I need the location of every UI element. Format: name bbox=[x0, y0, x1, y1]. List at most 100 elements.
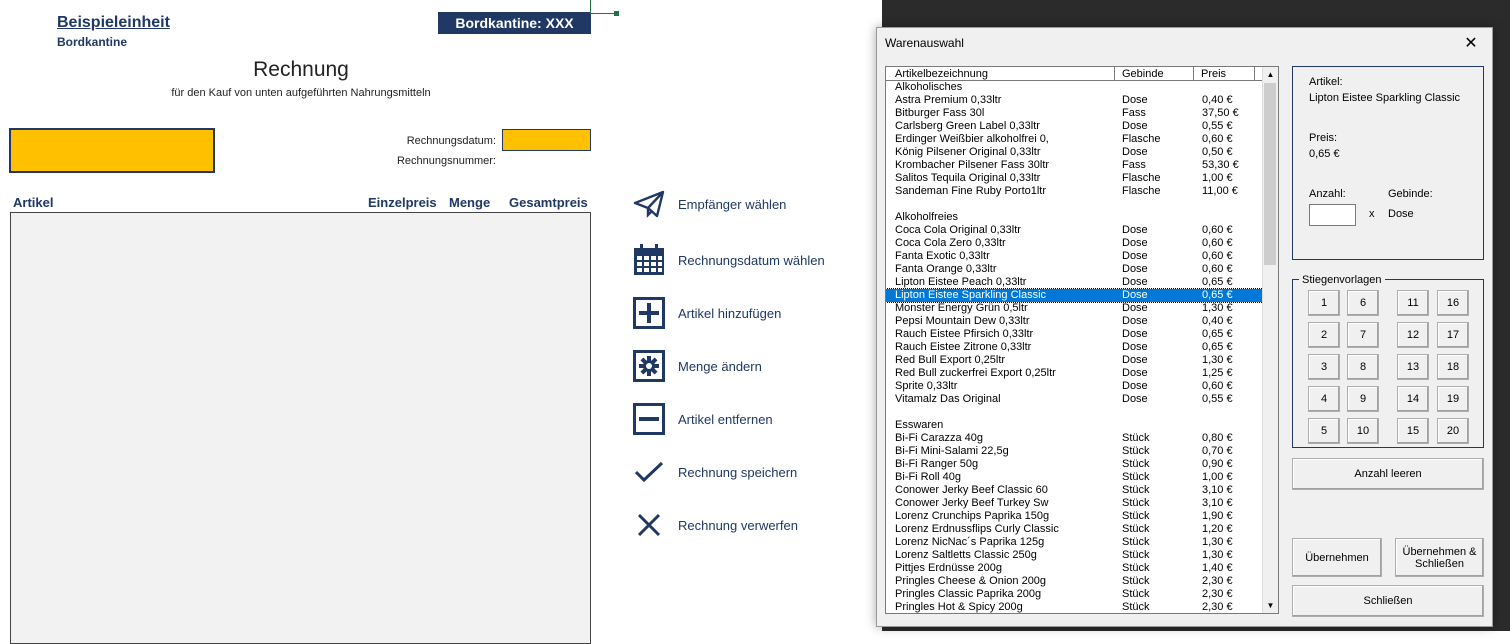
list-item[interactable]: Pringles Classic Paprika 200g Stück 2,30 € bbox=[886, 588, 1263, 601]
stiegen-button[interactable]: 11 bbox=[1397, 290, 1429, 316]
close-button[interactable]: Schließen bbox=[1292, 585, 1484, 617]
col-header-menge: Menge bbox=[449, 195, 491, 210]
scroll-up-icon[interactable]: ▲ bbox=[1263, 67, 1278, 82]
item-name: Esswaren bbox=[895, 419, 944, 431]
selected-cell[interactable] bbox=[590, 0, 619, 16]
list-item[interactable]: Monster Energy Grün 0,5ltr Dose 1,30 € bbox=[886, 302, 1263, 315]
list-item[interactable]: Astra Premium 0,33ltr Dose 0,40 € bbox=[886, 94, 1263, 107]
action-choose-date[interactable]: Rechnungsdatum wählen bbox=[632, 243, 825, 277]
anzahl-input[interactable] bbox=[1309, 204, 1356, 226]
list-scrollbar[interactable]: ▲ ▼ bbox=[1262, 67, 1278, 613]
stiegen-button[interactable]: 1 bbox=[1308, 290, 1340, 316]
stiegen-button[interactable]: 20 bbox=[1437, 418, 1469, 444]
list-item[interactable]: Rauch Eistee Zitrone 0,33ltr Dose 0,65 € bbox=[886, 341, 1263, 354]
stiegen-button[interactable]: 13 bbox=[1397, 354, 1429, 380]
item-preis: 1,20 € bbox=[1202, 523, 1233, 535]
invoice-date-field[interactable] bbox=[502, 129, 591, 151]
list-item[interactable]: Rauch Eistee Pfirsich 0,33ltr Dose 0,65 € bbox=[886, 328, 1263, 341]
list-item[interactable]: Fanta Orange 0,33ltr Dose 0,60 € bbox=[886, 263, 1263, 276]
list-item[interactable]: Lipton Eistee Sparkling Classic Dose 0,65 … bbox=[886, 288, 1264, 303]
list-item[interactable]: Lorenz NicNac´s Paprika 125g Stück 1,30 € bbox=[886, 536, 1263, 549]
unit-name: Beispieleinheit bbox=[57, 14, 170, 31]
stiegen-button[interactable]: 6 bbox=[1347, 290, 1379, 316]
article-listbox[interactable]: Artikelbezeichnung Gebinde Preis Alkohol… bbox=[885, 66, 1279, 614]
list-item[interactable]: Conower Jerky Beef Turkey Sw Stück 3,10 € bbox=[886, 497, 1263, 510]
list-item[interactable]: Bi-Fi Mini-Salami 22,5g Stück 0,70 € bbox=[886, 445, 1263, 458]
list-item[interactable]: Bitburger Fass 30l Fass 37,50 € bbox=[886, 107, 1263, 120]
list-item[interactable]: Lorenz Saltletts Classic 250g Stück 1,30 € bbox=[886, 549, 1263, 562]
action-save-invoice[interactable]: Rechnung speichern bbox=[632, 455, 797, 489]
list-item[interactable]: Pringles Cheese & Onion 200g Stück 2,30 € bbox=[886, 575, 1263, 588]
list-item[interactable]: Red Bull zuckerfrei Export 0,25ltr Dose 1,… bbox=[886, 367, 1263, 380]
list-item[interactable]: Vitamalz Das Original Dose 0,55 € bbox=[886, 393, 1263, 406]
stiegen-button[interactable]: 7 bbox=[1347, 322, 1379, 348]
close-icon[interactable]: ✕ bbox=[1458, 31, 1484, 55]
anzahl-label: Anzahl: bbox=[1309, 188, 1346, 200]
action-change-quantity[interactable]: Menge ändern bbox=[632, 349, 762, 383]
apply-close-button[interactable]: Übernehmen & Schließen bbox=[1395, 538, 1484, 577]
clear-quantity-button[interactable]: Anzahl leeren bbox=[1292, 458, 1484, 490]
list-item[interactable]: Pringles Hot & Spicy 200g Stück 2,30 € bbox=[886, 601, 1263, 613]
minus-box-icon bbox=[632, 402, 666, 436]
action-choose-recipient[interactable]: Empfänger wählen bbox=[632, 187, 786, 221]
item-name: Conower Jerky Beef Classic 60 bbox=[895, 484, 1048, 496]
item-gebinde: Dose bbox=[1122, 276, 1148, 288]
fill-handle[interactable] bbox=[614, 11, 619, 16]
list-item[interactable]: König Pilsener Original 0,33ltr Dose 0,50 … bbox=[886, 146, 1263, 159]
list-item[interactable]: Bi-Fi Roll 40g Stück 1,00 € bbox=[886, 471, 1263, 484]
stiegen-button[interactable]: 19 bbox=[1437, 386, 1469, 412]
article-info-panel: Artikel: Lipton Eistee Sparkling Classic… bbox=[1292, 66, 1484, 260]
action-remove-article[interactable]: Artikel entfernen bbox=[632, 402, 773, 436]
action-label: Menge ändern bbox=[678, 358, 762, 374]
item-name: Bi-Fi Roll 40g bbox=[895, 471, 962, 483]
list-item[interactable]: Sandeman Fine Ruby Porto1ltr Flasche 11,00… bbox=[886, 185, 1263, 198]
list-item[interactable]: Pittjes Erdnüsse 200g Stück 1,40 € bbox=[886, 562, 1263, 575]
stiegen-button[interactable]: 4 bbox=[1308, 386, 1340, 412]
item-preis: 0,40 € bbox=[1202, 94, 1233, 106]
stiegen-button[interactable]: 18 bbox=[1437, 354, 1469, 380]
recipient-field[interactable] bbox=[9, 128, 215, 173]
stiegen-button[interactable]: 9 bbox=[1347, 386, 1379, 412]
list-item[interactable]: Bi-Fi Ranger 50g Stück 0,90 € bbox=[886, 458, 1263, 471]
item-preis: 0,55 € bbox=[1202, 393, 1233, 405]
item-gebinde: Stück bbox=[1122, 523, 1150, 535]
item-preis: 0,65 € bbox=[1202, 276, 1233, 288]
action-add-article[interactable]: Artikel hinzufügen bbox=[632, 296, 781, 330]
scroll-thumb[interactable] bbox=[1264, 83, 1276, 265]
item-gebinde: Dose bbox=[1122, 224, 1148, 236]
apply-button[interactable]: Übernehmen bbox=[1292, 538, 1382, 577]
stiegen-button[interactable]: 14 bbox=[1397, 386, 1429, 412]
list-item[interactable]: Coca Cola Original 0,33ltr Dose 0,60 € bbox=[886, 224, 1263, 237]
list-item[interactable]: Lipton Eistee Peach 0,33ltr Dose 0,65 € bbox=[886, 276, 1263, 289]
list-item[interactable]: Sprite 0,33ltr Dose 0,60 € bbox=[886, 380, 1263, 393]
stiegen-button[interactable]: 15 bbox=[1397, 418, 1429, 444]
list-item[interactable]: Krombacher Pilsener Fass 30ltr Fass 53,30 … bbox=[886, 159, 1263, 172]
scroll-down-icon[interactable]: ▼ bbox=[1263, 598, 1278, 613]
invoice-items-area[interactable] bbox=[10, 212, 591, 644]
stiegen-button[interactable]: 3 bbox=[1308, 354, 1340, 380]
action-discard-invoice[interactable]: Rechnung verwerfen bbox=[632, 508, 798, 542]
item-name: Astra Premium 0,33ltr bbox=[895, 94, 1002, 106]
list-item[interactable]: Fanta Exotic 0,33ltr Dose 0,60 € bbox=[886, 250, 1263, 263]
list-item[interactable]: Lorenz Erdnussflips Curly Classic Stück 1,… bbox=[886, 523, 1263, 536]
list-item[interactable]: Red Bull Export 0,25ltr Dose 1,30 € bbox=[886, 354, 1263, 367]
stiegen-button[interactable]: 8 bbox=[1347, 354, 1379, 380]
preis-value: 0,65 € bbox=[1309, 148, 1340, 160]
item-preis: 0,60 € bbox=[1202, 263, 1233, 275]
list-item[interactable]: Lorenz Crunchips Paprika 150g Stück 1,90 € bbox=[886, 510, 1263, 523]
item-preis: 2,30 € bbox=[1202, 575, 1233, 587]
list-item[interactable]: Bi-Fi Carazza 40g Stück 0,80 € bbox=[886, 432, 1263, 445]
list-item[interactable]: Pepsi Mountain Dew 0,33ltr Dose 0,40 € bbox=[886, 315, 1263, 328]
stiegen-button[interactable]: 2 bbox=[1308, 322, 1340, 348]
stiegen-button[interactable]: 12 bbox=[1397, 322, 1429, 348]
stiegen-button[interactable]: 5 bbox=[1308, 418, 1340, 444]
list-item[interactable]: Coca Cola Zero 0,33ltr Dose 0,60 € bbox=[886, 237, 1263, 250]
list-item[interactable]: Carlsberg Green Label 0,33ltr Dose 0,55 € bbox=[886, 120, 1263, 133]
artikel-value: Lipton Eistee Sparkling Classic bbox=[1309, 92, 1461, 104]
list-item[interactable]: Erdinger Weißbier alkoholfrei 0, Flasche 0… bbox=[886, 133, 1263, 146]
stiegen-button[interactable]: 17 bbox=[1437, 322, 1469, 348]
stiegen-button[interactable]: 10 bbox=[1347, 418, 1379, 444]
stiegen-button[interactable]: 16 bbox=[1437, 290, 1469, 316]
list-item[interactable]: Salitos Tequila Original 0,33ltr Flasche 1… bbox=[886, 172, 1263, 185]
list-item[interactable]: Conower Jerky Beef Classic 60 Stück 3,10 € bbox=[886, 484, 1263, 497]
